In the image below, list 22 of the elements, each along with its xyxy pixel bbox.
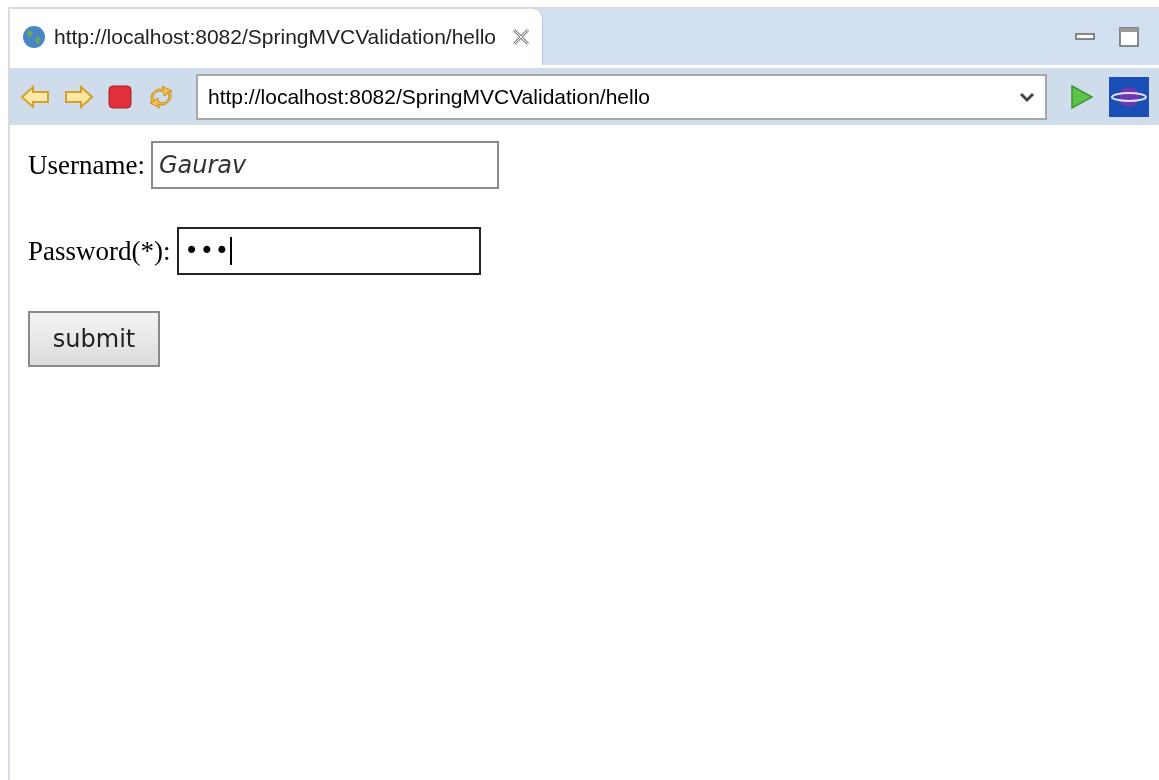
play-icon[interactable]: [1069, 82, 1095, 111]
back-arrow-icon[interactable]: [20, 83, 50, 110]
chevron-down-icon[interactable]: [1019, 90, 1035, 103]
text-cursor: [229, 237, 232, 265]
maximize-icon[interactable]: [1119, 27, 1139, 47]
stop-icon[interactable]: [108, 84, 132, 109]
field-label: Password(*):: [28, 234, 171, 268]
submit-button[interactable]: submit: [28, 311, 160, 367]
field-label: Username:: [28, 148, 145, 182]
address-text: http://localhost:8082/SpringMVCValidation/hello: [208, 83, 651, 110]
minimize-icon[interactable]: [1075, 32, 1095, 42]
planet-icon[interactable]: [1109, 76, 1149, 117]
address-field[interactable]: http://localhost:8082/SpringMVCValidation/hello: [196, 73, 1047, 120]
input-field[interactable]: •••: [176, 227, 481, 275]
field-value: Gaurav: [158, 150, 247, 181]
masked-value: •••: [184, 236, 230, 267]
browser-tab[interactable]: http://localhost:8082/SpringMVCValidation/hello: [10, 9, 544, 65]
input-field[interactable]: Gaurav: [150, 141, 499, 189]
globe-icon: [22, 25, 46, 49]
tab-title: http://localhost:8082/SpringMVCValidation/hello: [54, 24, 497, 51]
forward-arrow-icon[interactable]: [64, 83, 94, 110]
close-icon[interactable]: [512, 28, 531, 46]
